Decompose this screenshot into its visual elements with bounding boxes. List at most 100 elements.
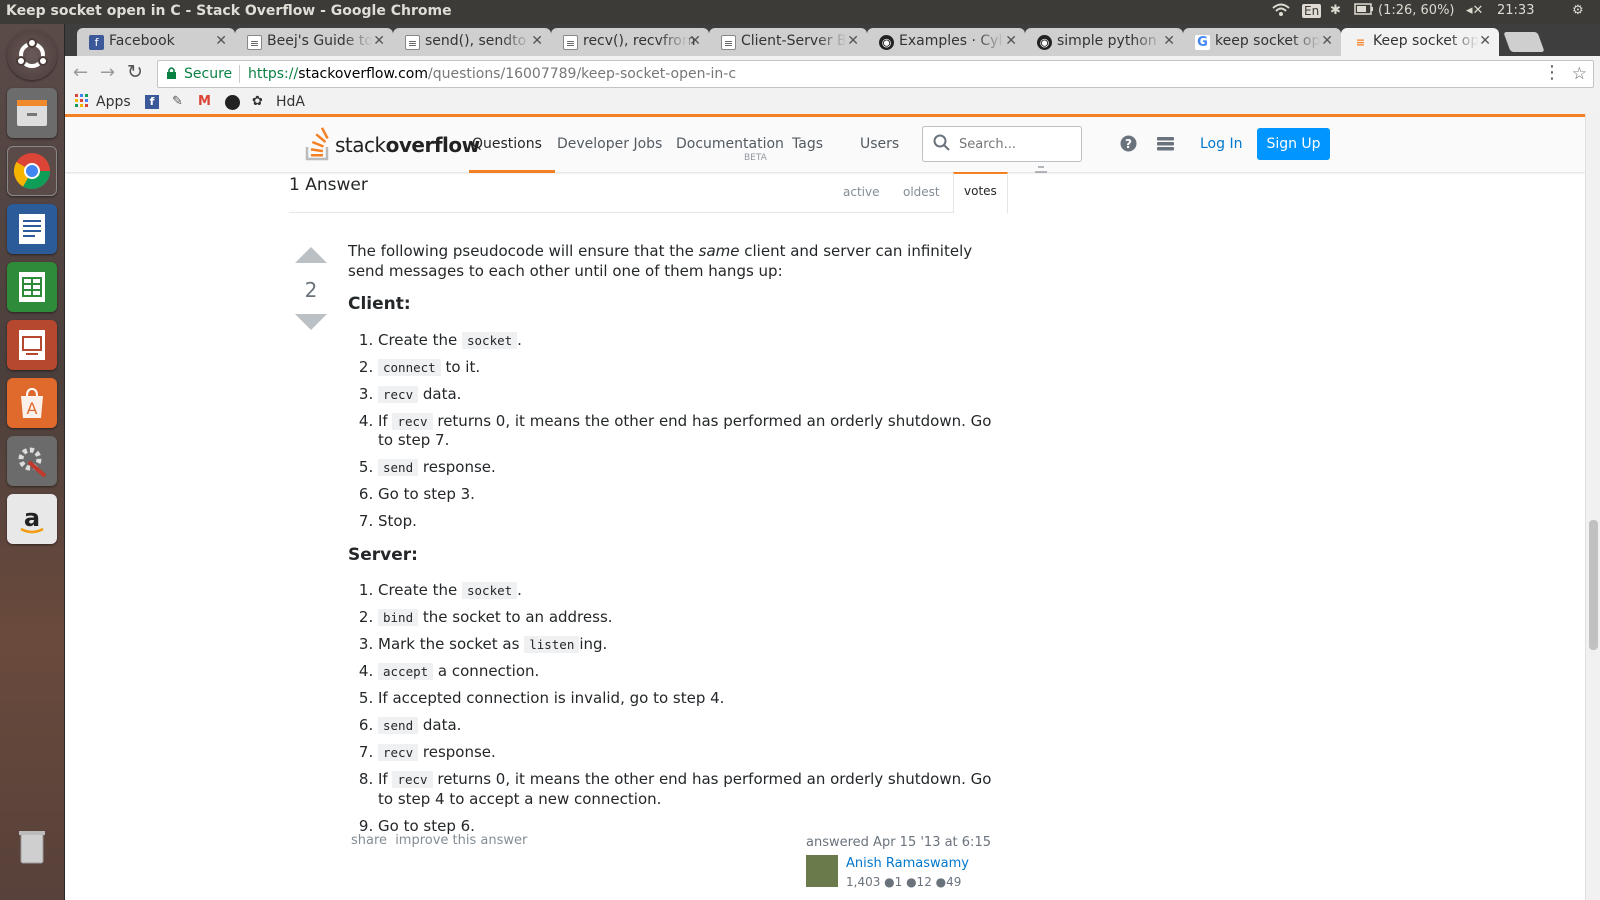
tab-close-icon[interactable]: ✕ xyxy=(847,33,859,49)
tab-client-server[interactable]: ≡ Client-Server B ✕ xyxy=(709,28,867,56)
step-code: recv xyxy=(378,744,419,761)
back-icon[interactable]: ← xyxy=(73,62,88,83)
vote-cell: 2 xyxy=(295,247,327,330)
nav-questions[interactable]: Questions xyxy=(472,136,542,152)
system-gear-icon[interactable]: ⚙ xyxy=(1572,3,1584,18)
files-icon[interactable] xyxy=(7,88,57,138)
url-path: /questions/16007789/keep-socket-open-in-… xyxy=(427,66,737,82)
sort-tab-votes[interactable]: votes xyxy=(953,172,1008,214)
step-code: socket xyxy=(462,582,518,599)
bookmark-github-icon[interactable] xyxy=(225,95,240,110)
nav-documentation[interactable]: Documentation xyxy=(676,136,784,152)
chrome-icon[interactable] xyxy=(7,146,57,196)
tab-stackoverflow-active[interactable]: ≡ Keep socket op ✕ xyxy=(1341,28,1499,56)
nav-developer-jobs[interactable]: Developer Jobs xyxy=(557,136,662,152)
tab-simple-python[interactable]: ◉ simple python ✕ xyxy=(1025,28,1183,56)
downvote-arrow-icon[interactable] xyxy=(295,314,327,330)
tab-facebook[interactable]: f Facebook ✕ xyxy=(77,28,235,56)
battery-icon[interactable] xyxy=(1354,3,1374,19)
impress-icon[interactable] xyxy=(7,320,57,370)
help-icon[interactable]: ? xyxy=(1120,135,1137,157)
apps-grid-icon[interactable] xyxy=(75,94,89,112)
bookmark-hda-icon[interactable]: ✿ xyxy=(252,94,263,109)
bookmark-facebook-icon[interactable]: f xyxy=(145,95,159,109)
sort-tab-active[interactable]: active xyxy=(843,185,879,199)
new-tab-button[interactable] xyxy=(1503,32,1545,52)
tab-close-icon[interactable]: ✕ xyxy=(1163,33,1175,49)
upvote-arrow-icon[interactable] xyxy=(295,247,327,263)
tab-google-search[interactable]: G keep socket op ✕ xyxy=(1183,28,1341,56)
page-scrollbar[interactable] xyxy=(1585,114,1600,900)
sort-tab-oldest[interactable]: oldest xyxy=(903,185,940,199)
tab-close-icon[interactable]: ✕ xyxy=(689,33,701,49)
tab-send[interactable]: ≡ send(), sendto ✕ xyxy=(393,28,551,56)
tab-close-icon[interactable]: ✕ xyxy=(531,33,543,49)
improve-answer-link[interactable]: improve this answer xyxy=(395,833,527,848)
clock[interactable]: 21:33 xyxy=(1497,3,1534,18)
bookmark-star-icon[interactable]: ☆ xyxy=(1572,64,1587,84)
login-link[interactable]: Log In xyxy=(1200,136,1242,152)
step-code: connect xyxy=(378,358,441,376)
calc-icon[interactable] xyxy=(7,262,57,312)
tab-close-icon[interactable]: ✕ xyxy=(215,33,227,49)
step-text: Stop. xyxy=(378,512,417,530)
scrollbar-thumb[interactable] xyxy=(1589,520,1598,650)
volume-muted-icon[interactable]: ◂✕ xyxy=(1466,3,1483,18)
step-text: . xyxy=(517,581,522,599)
step-item: connect to it. xyxy=(378,358,1003,378)
step-item: recv data. xyxy=(378,385,1003,405)
bluetooth-icon[interactable]: ✱ xyxy=(1330,3,1341,18)
sidebar-fragment xyxy=(1035,162,1047,177)
bookmark-apps[interactable]: Apps xyxy=(96,94,131,110)
url-text[interactable]: https://stackoverflow.com/questions/1600… xyxy=(248,66,736,82)
client-heading: Client: xyxy=(348,294,411,314)
search-input[interactable] xyxy=(959,135,1069,153)
tab-recv[interactable]: ≡ recv(), recvfrom ✕ xyxy=(551,28,709,56)
amazon-icon[interactable]: a xyxy=(7,494,57,544)
tab-close-icon[interactable]: ✕ xyxy=(1005,33,1017,49)
avatar[interactable] xyxy=(806,855,838,887)
share-link[interactable]: share xyxy=(351,833,387,848)
stackoverflow-topbar: stackoverflow Questions Developer Jobs D… xyxy=(65,114,1585,173)
intro-text: The following pseudocode will ensure tha… xyxy=(348,242,699,260)
step-code: recv xyxy=(378,385,419,403)
stack-exchange-icon[interactable] xyxy=(1157,135,1174,157)
reload-icon[interactable]: ↻ xyxy=(127,61,143,83)
tab-examples[interactable]: ◉ Examples · Cyl ✕ xyxy=(867,28,1025,56)
writer-icon[interactable] xyxy=(7,204,57,254)
nav-users[interactable]: Users xyxy=(860,136,899,152)
bookmarks-bar: Apps f ✎ M ✿ HdA xyxy=(65,92,1600,114)
bookmark-gmail-icon[interactable]: M xyxy=(198,94,211,109)
answer-intro: The following pseudocode will ensure tha… xyxy=(348,242,1003,281)
step-item: recv response. xyxy=(378,743,1003,763)
step-code: listen xyxy=(524,636,580,653)
omnibox[interactable]: Secure https://stackoverflow.com/questio… xyxy=(157,60,1594,88)
vote-count: 2 xyxy=(304,278,318,302)
menu-kebab-icon[interactable]: ⋮ xyxy=(1543,62,1561,83)
software-center-icon[interactable]: A xyxy=(7,378,57,428)
stackoverflow-logo[interactable]: stackoverflow xyxy=(305,127,480,163)
tab-close-icon[interactable]: ✕ xyxy=(373,33,385,49)
tab-close-icon[interactable]: ✕ xyxy=(1321,33,1333,49)
wifi-icon[interactable] xyxy=(1272,3,1290,21)
nav-tags[interactable]: Tags xyxy=(792,136,823,152)
forward-icon[interactable]: → xyxy=(100,62,115,83)
tab-beej-guide[interactable]: ≡ Beej's Guide to ✕ xyxy=(235,28,393,56)
tab-close-icon[interactable]: ✕ xyxy=(1479,33,1491,49)
step-item: send response. xyxy=(378,458,1003,478)
author-link[interactable]: Anish Ramaswamy xyxy=(846,856,969,871)
url-scheme: https:// xyxy=(248,66,299,82)
trash-icon[interactable] xyxy=(7,822,57,872)
signup-button[interactable]: Sign Up xyxy=(1257,128,1330,160)
ubuntu-dash-icon[interactable] xyxy=(7,30,57,80)
step-code: send xyxy=(378,717,419,734)
step-text: returns 0, it means the other end has pe… xyxy=(378,411,992,450)
bookmark-hda[interactable]: HdA xyxy=(276,94,305,110)
system-settings-icon[interactable] xyxy=(7,436,57,486)
bookmark-feather-icon[interactable]: ✎ xyxy=(172,94,183,109)
battery-status[interactable]: (1:26, 60%) xyxy=(1378,3,1455,18)
keyboard-layout-indicator[interactable]: En xyxy=(1302,4,1322,18)
step-text: the socket to an address. xyxy=(418,608,613,626)
step-code: recv xyxy=(392,412,433,430)
step-code: accept xyxy=(378,663,434,680)
